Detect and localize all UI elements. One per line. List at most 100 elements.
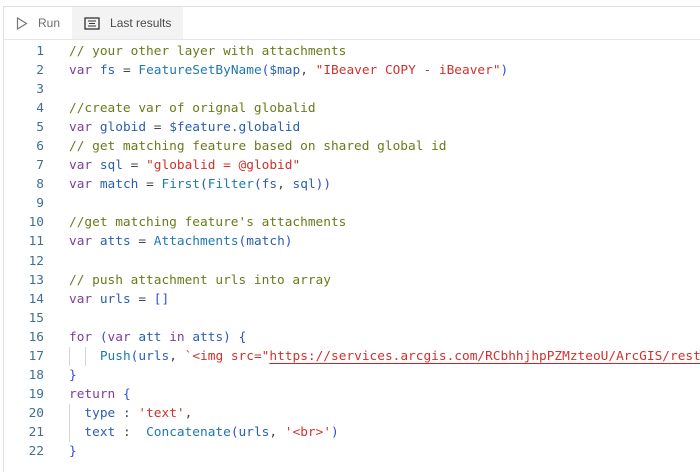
line-number: 9 — [36, 196, 44, 212]
line-text: // push attachment urls into array — [69, 271, 331, 290]
code-token: = — [146, 120, 170, 136]
code-line: 12 — [4, 252, 700, 271]
code-token: , — [184, 405, 193, 421]
line-text: var urls = [] — [69, 290, 169, 309]
line-number: 18 — [28, 367, 44, 383]
run-button[interactable]: Run — [4, 7, 72, 39]
code-token: fs — [99, 63, 116, 79]
code-line: 17 Push(urls, `<img src="https://service… — [4, 346, 700, 366]
code-token: '<br>' — [284, 424, 332, 440]
line-text: // get matching feature based on shared … — [69, 137, 447, 156]
code-line: 5 var globid = $feature.globalid — [4, 118, 700, 137]
line-number: 6 — [36, 139, 44, 155]
arcade-editor: Run Last results 1 // your other layer wi… — [3, 6, 700, 472]
code-line: 4 //create var of orignal globalid — [4, 99, 700, 118]
code-token: = — [122, 158, 147, 174]
line-number: 17 — [28, 348, 44, 364]
line-number: 15 — [28, 310, 44, 326]
code-token: } — [69, 367, 77, 383]
code-line: 15 — [4, 309, 700, 328]
code-token: urls — [138, 348, 170, 364]
code-token: ) — [331, 424, 339, 440]
code-line: 20 type : 'text', — [4, 403, 700, 423]
code-token: ( — [230, 424, 239, 440]
code-token: 'text' — [138, 405, 185, 421]
code-token: att — [138, 329, 162, 345]
code-token: //get matching feature's attachments — [69, 215, 347, 231]
indent-guide — [69, 403, 70, 423]
line-text: var atts = Attachments(match) — [69, 232, 293, 251]
code-token: , — [300, 63, 316, 79]
line-number: 4 — [36, 101, 44, 117]
line-text: // your other layer with attachments — [69, 42, 346, 61]
code-line: 10 //get matching feature's attachments — [4, 213, 700, 232]
code-token: var — [69, 177, 100, 193]
code-token: in — [161, 329, 193, 345]
code-token: sql — [99, 158, 123, 174]
code-token: { — [122, 386, 131, 402]
code-token: atts — [99, 234, 131, 250]
code-token: var — [107, 329, 139, 345]
code-line: 11 var atts = Attachments(match) — [4, 232, 700, 251]
line-text: var fs = FeatureSetByName($map, "IBeaver… — [69, 61, 508, 80]
code-token: text — [84, 424, 116, 440]
code-line: 6 // get matching feature based on shared… — [4, 137, 700, 156]
code-token: var — [69, 234, 100, 250]
code-token: , — [169, 348, 185, 364]
code-token: https://services.arcgis.com/RCbhhjhpPZMz… — [269, 348, 700, 364]
line-text: //create var of orignal globalid — [69, 99, 316, 118]
code-token: : — [115, 405, 139, 421]
code-token: var — [69, 291, 100, 307]
code-token: , — [269, 424, 285, 440]
code-line: 19 return { — [4, 385, 700, 404]
code-token: = — [138, 177, 162, 193]
code-token: return — [69, 386, 123, 402]
code-token: ) — [500, 63, 509, 79]
play-icon — [16, 16, 28, 30]
code-token: Filter — [207, 177, 254, 193]
code-token: type — [84, 405, 116, 421]
code-line: 9 — [4, 194, 700, 213]
code-token: "IBeaver COPY - iBeaver" — [315, 63, 501, 79]
line-number: 2 — [36, 63, 44, 79]
code-line: 13 // push attachment urls into array — [4, 271, 700, 290]
code-line: 2 var fs = FeatureSetByName($map, "IBeave… — [4, 61, 700, 80]
code-token: [] — [153, 291, 170, 307]
tab-last-results[interactable]: Last results — [72, 7, 184, 39]
line-text: } — [69, 442, 77, 461]
line-text: var sql = "globalid = @globid" — [69, 156, 300, 175]
code-token: // your other layer with attachments — [69, 44, 347, 59]
line-number: 10 — [28, 215, 44, 231]
code-token: "globalid = @globid" — [146, 158, 301, 174]
code-line: 22} — [4, 442, 700, 461]
code-editor[interactable]: 1 // your other layer with attachments 2 va… — [4, 42, 700, 461]
code-token: `<img src=" — [184, 348, 270, 364]
code-token: First — [161, 177, 201, 193]
code-token: $map — [269, 63, 301, 79]
line-number: 21 — [28, 424, 44, 440]
run-label: Run — [38, 16, 61, 30]
code-token: ( — [200, 177, 208, 193]
code-token: FeatureSetByName — [138, 63, 262, 79]
code-token: urls — [99, 291, 131, 307]
line-number: 11 — [28, 234, 44, 250]
line-number: 14 — [28, 291, 44, 307]
results-icon — [84, 16, 100, 30]
code-token: = — [130, 234, 154, 250]
line-text: var match = First(Filter(fs, sql)) — [69, 175, 331, 194]
code-line: 16 for (var att in atts) { — [4, 328, 700, 347]
code-line: 1 // your other layer with attachments — [4, 42, 700, 61]
code-token: = — [115, 63, 139, 79]
code-token: atts — [192, 329, 224, 345]
code-token: match — [246, 234, 285, 250]
line-number: 7 — [36, 158, 44, 174]
code-token: sql — [292, 177, 316, 193]
code-token: Attachments — [153, 234, 239, 250]
code-token: $feature.globalid — [169, 120, 301, 136]
code-token: )) — [315, 177, 332, 193]
line-number: 22 — [28, 443, 44, 459]
indent-guide — [69, 346, 70, 366]
code-token: ( — [99, 329, 108, 345]
